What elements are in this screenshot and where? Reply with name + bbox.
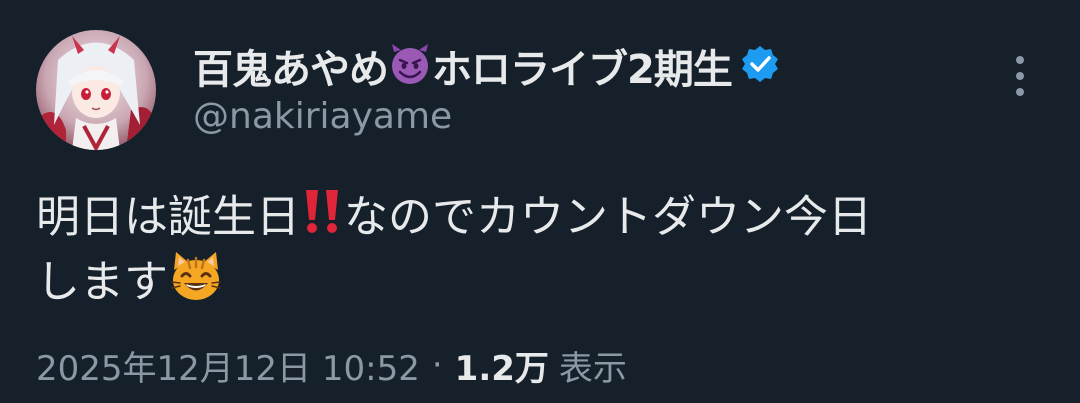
smiling-devil-emoji-icon [388, 42, 432, 90]
grinning-cat-emoji-icon [168, 248, 224, 321]
display-name-part2: ホロライブ2期生 [432, 47, 733, 93]
author-handle[interactable]: @nakiriayame [193, 96, 452, 137]
tweet-text-segment-2: なのでカウントダウン今日 [344, 191, 872, 243]
tweet-card: 百鬼あやめ ホロライブ2期生 @nakiriayame 明日は誕生日 なのでカウ… [0, 0, 1080, 403]
tweet-line-1: 明日は誕生日 なのでカウントダウン今日 [36, 186, 1036, 248]
meta-separator: · [431, 345, 443, 385]
double-exclamation-emoji-icon [300, 186, 344, 253]
author-name-row[interactable]: 百鬼あやめ ホロライブ2期生 [193, 40, 780, 93]
more-options-icon[interactable] [1000, 50, 1040, 102]
avatar[interactable] [36, 30, 156, 150]
views-label: 表示 [558, 348, 627, 389]
tweet-text: 明日は誕生日 なのでカウントダウン今日 します [36, 186, 1036, 310]
tweet-line-2: します [36, 248, 1036, 310]
tweet-meta: 2025年12月12日 10:52 · 1.2万 表示 [36, 340, 627, 390]
verified-badge-icon [740, 44, 780, 88]
tweet-text-segment-3: します [36, 256, 168, 308]
tweet-text-segment-1: 明日は誕生日 [36, 191, 300, 243]
avatar-image [36, 30, 156, 150]
views-count[interactable]: 1.2万 [455, 341, 549, 390]
display-name-part1: 百鬼あやめ [193, 47, 389, 93]
tweet-timestamp[interactable]: 2025年12月12日 10:52 [36, 341, 420, 390]
